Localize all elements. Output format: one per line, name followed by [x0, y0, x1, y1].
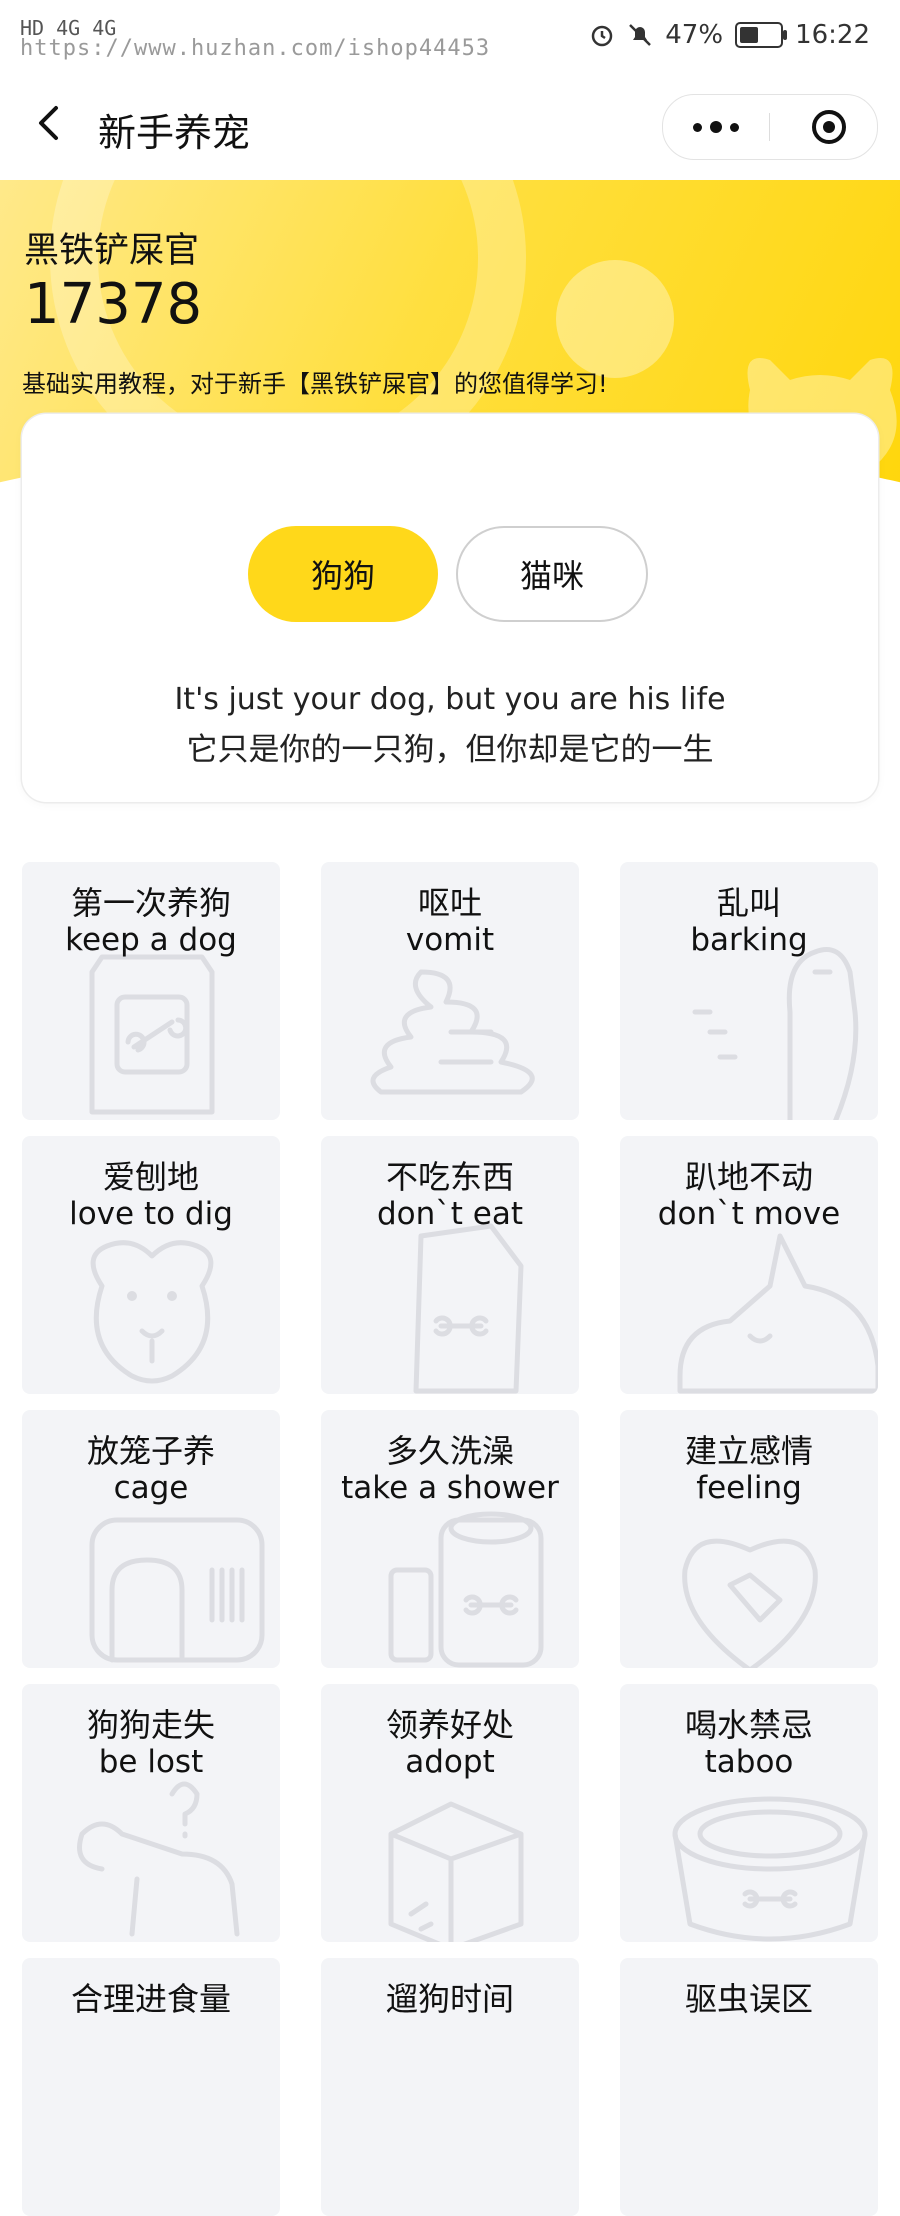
battery-icon — [735, 22, 788, 48]
tab-cat[interactable]: 猫咪 — [456, 526, 648, 622]
mute-bell-icon — [629, 24, 652, 46]
page-title: 新手养宠 — [98, 111, 251, 155]
topic-title-en: take a shower — [341, 1470, 559, 1506]
clock: 16:22 — [795, 20, 870, 50]
topic-title-en: feeling — [696, 1470, 802, 1506]
nav-bar: 新手养宠 — [0, 70, 900, 180]
topic-title-en: love to dig — [69, 1196, 233, 1232]
topic-title-en: don`t move — [657, 1196, 841, 1232]
topic-tile[interactable]: 乱叫 barking — [620, 862, 878, 1120]
quote-chinese: 它只是你的一只狗，但你却是它的一生 — [186, 732, 714, 768]
topic-title-cn: 不吃东西 — [385, 1158, 514, 1196]
topic-title-cn: 第一次养狗 — [70, 884, 231, 922]
topic-tile[interactable]: 领养好处 adopt — [321, 1684, 579, 1942]
topic-title-en: keep a dog — [65, 922, 237, 958]
user-count: 17378 — [24, 272, 203, 337]
miniprogram-capsule — [662, 94, 878, 160]
topic-title-cn: 遛狗时间 — [385, 1980, 514, 2018]
alarm-icon — [592, 25, 613, 47]
topic-title-en: don`t eat — [376, 1196, 524, 1232]
topic-tile[interactable]: 狗狗走失 be lost — [22, 1684, 280, 1942]
topic-title-cn: 趴地不动 — [684, 1158, 813, 1196]
topic-title-cn: 多久洗澡 — [385, 1432, 514, 1470]
topic-title-cn: 领养好处 — [385, 1706, 514, 1744]
quote-english: It's just your dog, but you are his life — [174, 682, 726, 717]
user-level-name: 黑铁铲屎官 — [24, 231, 200, 271]
topic-tile[interactable]: 趴地不动 don`t move — [620, 1136, 878, 1394]
decor-circle — [556, 260, 674, 378]
topic-title-cn: 放笼子养 — [86, 1432, 215, 1470]
topic-tile[interactable]: 建立感情 feeling — [620, 1410, 878, 1668]
topic-tile[interactable]: 放笼子养 cage — [22, 1410, 280, 1668]
pet-type-card: 狗狗 猫咪 It's just your dog, but you are hi… — [22, 414, 878, 802]
hero-description: 基础实用教程，对于新手【黑铁铲屎官】的您值得学习! — [22, 370, 608, 398]
topic-title-en: cage — [113, 1470, 189, 1506]
topic-title-en: barking — [690, 922, 808, 958]
status-bar: HD 4G 4G https://www.huzhan.com/ishop444… — [0, 0, 900, 70]
topic-title-en: be lost — [98, 1744, 204, 1780]
topic-title-en: vomit — [405, 922, 495, 958]
topic-tile[interactable]: 多久洗澡 take a shower — [321, 1410, 579, 1668]
topic-tile[interactable]: 爱刨地 love to dig — [22, 1136, 280, 1394]
topic-title-cn: 驱虫误区 — [684, 1980, 813, 2018]
topic-tile[interactable]: 不吃东西 don`t eat — [321, 1136, 579, 1394]
topic-tile[interactable]: 遛狗时间 — [321, 1958, 579, 2216]
status-right: 47% 16:22 — [589, 20, 870, 50]
topic-title-en: taboo — [704, 1744, 794, 1780]
topic-tile[interactable]: 合理进食量 — [22, 1958, 280, 2216]
battery-percent: 47% — [665, 20, 724, 50]
topic-title-cn: 乱叫 — [716, 884, 781, 922]
topic-tile[interactable]: 呕吐 vomit — [321, 862, 579, 1120]
topic-title-cn: 喝水禁忌 — [684, 1706, 813, 1744]
topic-tile[interactable]: 驱虫误区 — [620, 1958, 878, 2216]
topic-title-cn: 建立感情 — [684, 1432, 813, 1470]
topic-tile[interactable]: 第一次养狗 keep a dog — [22, 862, 280, 1120]
dot-icon — [730, 122, 739, 132]
topic-title-en: adopt — [405, 1744, 495, 1780]
tab-dog[interactable]: 狗狗 — [248, 526, 438, 622]
topic-title-cn: 狗狗走失 — [86, 1706, 215, 1744]
topic-title-cn: 合理进食量 — [70, 1980, 231, 2018]
topic-title-cn: 呕吐 — [417, 884, 482, 922]
capsule-divider — [769, 113, 770, 141]
dot-icon — [693, 122, 702, 132]
topic-title-cn: 爱刨地 — [102, 1158, 199, 1196]
topic-tile[interactable]: 喝水禁忌 taboo — [620, 1684, 878, 1942]
close-target-icon[interactable] — [809, 107, 849, 147]
dot-icon — [710, 121, 722, 133]
more-menu-button[interactable] — [663, 95, 769, 159]
watermark-text: https://www.huzhan.com/ishop44453 — [20, 36, 491, 61]
back-arrow-icon[interactable] — [24, 98, 74, 148]
